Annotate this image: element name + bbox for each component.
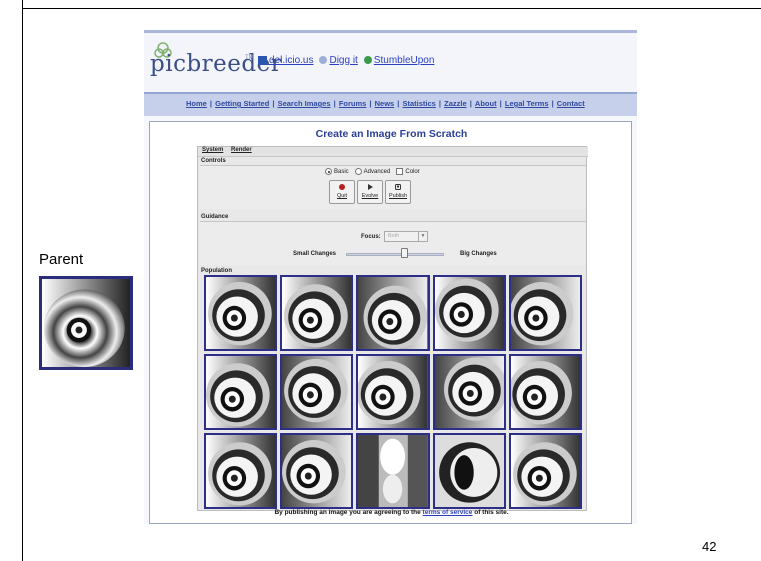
quit-icon xyxy=(339,184,345,190)
population-image[interactable] xyxy=(280,433,354,509)
population-image[interactable] xyxy=(356,433,430,509)
focus-select[interactable]: Both ▼ xyxy=(384,231,428,242)
menu-system[interactable]: System xyxy=(202,147,223,153)
main-panel: Create an Image From Scratch System Rend… xyxy=(149,121,632,524)
radio-icon xyxy=(354,168,362,175)
population-image[interactable] xyxy=(432,433,506,509)
browser-screenshot: picbreeder TM del.icio.us Digg it Stumbl… xyxy=(144,30,637,524)
population-image[interactable] xyxy=(204,433,278,509)
population-image[interactable] xyxy=(508,354,582,430)
nav-link-home[interactable]: Home xyxy=(186,99,207,108)
nav-link-search-images[interactable]: Search Images xyxy=(278,99,331,108)
nav-link-news[interactable]: News xyxy=(375,99,395,108)
chevron-down-icon: ▼ xyxy=(418,232,427,241)
quit-button[interactable]: Quit xyxy=(329,180,355,204)
parent-label: Parent xyxy=(39,251,84,268)
social-links: del.icio.us Digg it StumbleUpon xyxy=(258,55,434,66)
population-image[interactable] xyxy=(204,275,278,351)
nav-separator: | xyxy=(497,99,504,108)
population-title: Population xyxy=(201,268,232,274)
stumbleupon-icon xyxy=(363,56,372,65)
nav-separator: | xyxy=(395,99,402,108)
page-title: Create an Image From Scratch xyxy=(315,128,468,140)
nav-link-statistics[interactable]: Statistics xyxy=(402,99,435,108)
site-header: picbreeder TM del.icio.us Digg it Stumbl… xyxy=(144,30,637,92)
nav-link-legal-terms[interactable]: Legal Terms xyxy=(505,99,549,108)
stumbleupon-link[interactable]: StumbleUpon xyxy=(363,55,434,66)
nav-separator: | xyxy=(207,99,215,108)
nav-link-about[interactable]: About xyxy=(475,99,497,108)
population-image[interactable] xyxy=(280,354,354,430)
population-image[interactable] xyxy=(280,275,354,351)
nav-separator: | xyxy=(367,99,374,108)
population-image[interactable] xyxy=(356,354,430,430)
tos-footer: By publishing an image you are agreeing … xyxy=(150,509,633,516)
population-image[interactable] xyxy=(508,433,582,509)
population-image[interactable] xyxy=(204,354,278,430)
population-grid xyxy=(204,275,582,509)
controls-title: Controls xyxy=(201,158,226,164)
footer-prefix: By publishing an image you are agreeing … xyxy=(274,509,421,516)
focus-value: Both xyxy=(388,233,400,239)
parent-image xyxy=(39,276,133,370)
radio-icon xyxy=(325,168,332,175)
tos-link[interactable]: terms of service xyxy=(423,509,473,516)
logo-trademark: TM xyxy=(245,55,254,61)
nav-link-getting-started[interactable]: Getting Started xyxy=(215,99,269,108)
mode-color[interactable]: Color xyxy=(396,168,420,175)
evolve-button[interactable]: Evolve xyxy=(357,180,383,204)
delicious-icon xyxy=(258,55,267,65)
mode-basic[interactable]: Basic xyxy=(325,168,349,175)
breeder-applet: System Render Controls Basic Advanced Co… xyxy=(197,146,588,511)
menu-render[interactable]: Render xyxy=(231,147,252,153)
slide-frame-left xyxy=(22,0,23,561)
focus-label: Focus: xyxy=(361,234,381,240)
nav-separator: | xyxy=(436,99,444,108)
publish-button[interactable]: Publish xyxy=(385,180,411,204)
nav-separator: | xyxy=(270,99,277,108)
big-changes-label: Big Changes xyxy=(460,251,497,257)
nav-link-forums[interactable]: Forums xyxy=(339,99,367,108)
mutation-slider-track[interactable] xyxy=(346,253,444,256)
applet-menubar: System Render xyxy=(198,147,588,157)
mutation-slider-thumb[interactable] xyxy=(400,248,408,258)
page-number: 42 xyxy=(702,539,717,554)
population-image[interactable] xyxy=(508,275,582,351)
checkbox-icon xyxy=(396,168,404,175)
mode-advanced[interactable]: Advanced xyxy=(354,168,390,175)
nav-separator: | xyxy=(549,99,556,108)
nav-separator: | xyxy=(467,99,474,108)
digg-icon xyxy=(319,56,328,65)
population-image[interactable] xyxy=(432,354,506,430)
footer-suffix: of this site. xyxy=(474,509,509,516)
nav-bar: Home | Getting Started | Search Images |… xyxy=(144,92,637,116)
mode-options: Basic Advanced Color xyxy=(325,168,420,175)
population-image[interactable] xyxy=(356,275,430,351)
delicious-link[interactable]: del.icio.us xyxy=(258,55,313,66)
play-icon xyxy=(368,184,373,190)
nav-separator: | xyxy=(331,99,338,108)
nav-link-zazzle[interactable]: Zazzle xyxy=(444,99,467,108)
action-buttons: Quit Evolve Publish xyxy=(329,180,411,204)
slide: Parent picbreeder TM del.icio.us Digg it… xyxy=(0,0,761,561)
small-changes-label: Small Changes xyxy=(293,251,337,257)
nav-links: Home | Getting Started | Search Images |… xyxy=(186,99,585,108)
guidance-title: Guidance xyxy=(201,214,229,220)
publish-icon xyxy=(395,184,401,190)
guidance-section xyxy=(200,221,586,265)
nav-link-contact[interactable]: Contact xyxy=(557,99,585,108)
digg-link[interactable]: Digg it xyxy=(319,55,358,66)
population-image[interactable] xyxy=(432,275,506,351)
slide-frame-top xyxy=(22,8,761,9)
